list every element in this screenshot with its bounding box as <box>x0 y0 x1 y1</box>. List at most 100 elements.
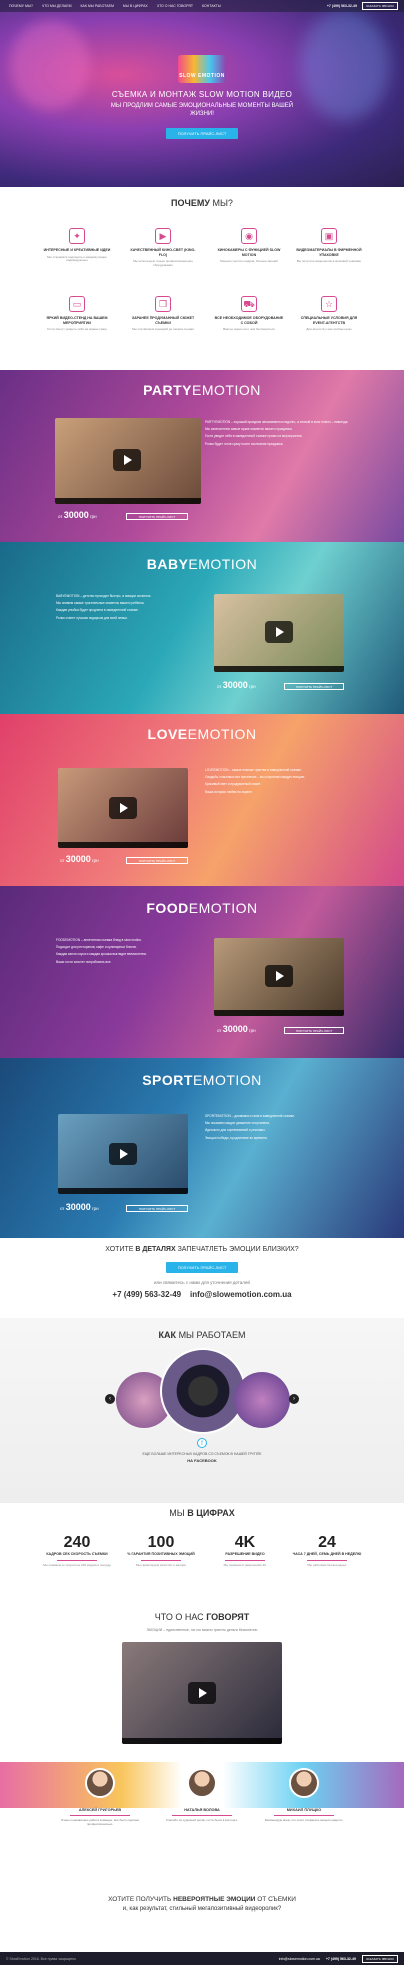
bulb-icon: ✦ <box>69 228 85 244</box>
get-price-button[interactable]: ПОЛУЧИТЬ ПРАЙС-ЛИСТ <box>126 1205 188 1212</box>
copyright: © SlowEmotion 2016. Все права защищены <box>6 1956 76 1961</box>
reviews-title: ЧТО О НАС ГОВОРЯТ <box>0 1612 404 1622</box>
feature-desc: Мы стараемся подходить к каждому видео и… <box>47 254 107 263</box>
feature-item: ▶ КАЧЕСТВЕННЫЙ КИНО-СВЕТ (KINO-FLO) Мы и… <box>128 228 198 268</box>
video-controls[interactable] <box>214 1010 344 1016</box>
reviews-title-b: ГОВОРЯТ <box>206 1612 250 1622</box>
nav-item[interactable]: КОНТАКТЫ <box>202 4 221 8</box>
footer-phone[interactable]: +7 (499) 563-32-49 <box>326 1957 356 1961</box>
why-title: ПОЧЕМУ МЫ? <box>0 198 404 208</box>
play-icon[interactable] <box>113 449 141 471</box>
how-title-a: КАК <box>158 1330 177 1340</box>
final-question: ХОТИТЕ ПОЛУЧИТЬ НЕВЕРОЯТНЫЕ ЭМОЦИИ ОТ СЪ… <box>0 1896 404 1903</box>
nav-phone[interactable]: +7 (499) 563-32-49 <box>327 4 357 8</box>
food-emotion-section: FOODEMOTION FOODEMOTION – аппетитная съе… <box>0 886 404 1058</box>
sport-emotion-section: SPORTEMOTION от 30000 грн ПОЛУЧИТЬ ПРАЙС… <box>0 1058 404 1238</box>
feature-item: ❒ ЗАРАНЕЕ ПРОДУМАННЫЙ СЮЖЕТ СЪЕМКИ Мы со… <box>128 296 198 332</box>
video-controls[interactable] <box>122 1738 282 1744</box>
play-icon[interactable] <box>188 1682 216 1704</box>
get-price-button[interactable]: ПОЛУЧИТЬ ПРАЙС-ЛИСТ <box>126 513 188 520</box>
feature-title: ЯРКИЙ ВИДЕО-СТЕНД НА ВАШЕМ МЕРОПРИЯТИИ <box>46 316 108 325</box>
feature-title: СПЕЦИАЛЬНЫЕ УСЛОВИЯ ДЛЯ EVENT-АГЕНТСТВ <box>300 316 358 325</box>
get-price-button[interactable]: ПОЛУЧИТЬ ПРАЙС-ЛИСТ <box>166 128 238 139</box>
prev-arrow-icon[interactable]: ‹ <box>105 1394 115 1404</box>
stat-label: КАДРОВ СЕК СКОРОСТЬ СЪЕМКИ <box>46 1552 108 1556</box>
stat-item: 240 КАДРОВ СЕК СКОРОСТЬ СЪЕМКИ Мы снимае… <box>42 1534 112 1567</box>
review-text: Рекомендую всем, кто хочет сохранить эмо… <box>264 1818 344 1822</box>
facebook-icon[interactable]: f <box>197 1438 207 1448</box>
paragraph: Ваша история любви на экране. <box>205 789 253 794</box>
numbers-title-b: В ЦИФРАХ <box>187 1508 235 1518</box>
next-arrow-icon[interactable]: › <box>289 1394 299 1404</box>
final-question-sub: и, как результат, стильный мегапозитивны… <box>122 1906 282 1912</box>
hero-subtitle: МЫ ПРОДЛИМ САМЫЕ ЭМОЦИОНАЛЬНЫЕ МОМЕНТЫ В… <box>110 103 294 117</box>
why-title-b: МЫ? <box>212 198 233 208</box>
nav-item[interactable]: ЧТО МЫ ДЕЛАЕМ <box>42 4 72 8</box>
get-price-button[interactable]: ПОЛУЧИТЬ ПРАЙС-ЛИСТ <box>126 857 188 864</box>
video-player[interactable] <box>55 418 201 504</box>
cta-question: ХОТИТЕ В ДЕТАЛЯХ ЗАПЕЧАТЛЕТЬ ЭМОЦИИ БЛИЗ… <box>0 1246 404 1253</box>
paragraph: PARTYEMOTION – хороший праздник запомина… <box>205 420 349 424</box>
how-we-work-section: КАК МЫ РАБОТАЕМ ‹ › f ЕЩЕ БОЛЬШЕ ИНТЕРЕС… <box>0 1318 404 1503</box>
paragraph: Каждая улыбка будет продлена в замедленн… <box>56 608 139 613</box>
video-controls[interactable] <box>55 498 201 504</box>
reviews-video-player[interactable] <box>122 1642 282 1744</box>
reviews-title-a: ЧТО О НАС <box>154 1612 204 1622</box>
price-currency: грн <box>92 858 99 863</box>
feature-item: ☆ СПЕЦИАЛЬНЫЕ УСЛОВИЯ ДЛЯ EVENT-АГЕНТСТВ… <box>294 296 364 332</box>
title-b: EMOTION <box>192 1072 262 1088</box>
feature-desc: Вы получите видеоролик в красивой упаков… <box>296 259 362 263</box>
paragraph: Подходит для ресторанов, кафе и кулинарн… <box>56 945 137 950</box>
video-player[interactable] <box>58 1114 188 1194</box>
play-icon[interactable] <box>109 1143 137 1165</box>
video-player[interactable] <box>214 938 344 1016</box>
stat-label: % ГАРАНТИЯ ПОЗИТИВНЫХ ЭМОЦИЙ <box>127 1552 195 1556</box>
title-a: SPORT <box>142 1072 193 1088</box>
video-controls[interactable] <box>58 1188 188 1194</box>
title-a: BABY <box>146 556 189 572</box>
video-controls[interactable] <box>214 666 344 672</box>
reviewer-name: МИХАИЛ ПЛУЩКО <box>286 1808 322 1812</box>
hero-title: СЪЕМКА И МОНТАЖ SLOW MOTION ВИДЕО <box>111 90 293 99</box>
star-icon: ☆ <box>321 296 337 312</box>
call-button[interactable]: ЗАКАЗАТЬ ЗВОНОК <box>361 2 398 10</box>
paragraph: Каждая капля соуса и каждая крошка выгля… <box>56 952 147 957</box>
play-icon[interactable] <box>265 965 293 987</box>
paragraph: Мы покажем каждое движение спортсмена. <box>205 1121 270 1126</box>
price: от 30000 грн <box>60 1202 99 1212</box>
contact-phone[interactable]: +7 (499) 563-32-49 <box>112 1290 181 1299</box>
numbers-title: МЫ В ЦИФРАХ <box>0 1508 404 1518</box>
footer-call-button[interactable]: ЗАКАЗАТЬ ЗВОНОК <box>361 1954 398 1963</box>
reviews-intro: ЭМОЦИИ – единственное, на что можно трат… <box>146 1628 258 1632</box>
contact-email[interactable]: info@slowemotion.com.ua <box>190 1290 292 1299</box>
stat-label: РАЗРЕШЕНИЕ ВИДЕО <box>225 1552 265 1556</box>
paragraph: SPORTEMOTION – динамика и сила в замедле… <box>205 1114 295 1118</box>
nav-item[interactable]: ПОЧЕМУ МЫ? <box>9 4 33 8</box>
cta-question-a: ХОТИТЕ <box>105 1246 134 1253</box>
footer-email[interactable]: info@slowemotion.com.ua <box>279 1957 320 1961</box>
stat-item: 100 % ГАРАНТИЯ ПОЗИТИВНЫХ ЭМОЦИЙ Мы гара… <box>126 1534 196 1567</box>
nav-item[interactable]: КАК МЫ РАБОТАЕМ <box>81 4 114 8</box>
get-price-button[interactable]: ПОЛУЧИТЬ ПРАЙС-ЛИСТ <box>284 683 344 690</box>
stat-item: 24 ЧАСА 7 ДНЕЙ, СЕМЬ ДНЕЙ В НЕДЕЛЮ Мы ра… <box>292 1534 362 1567</box>
video-controls[interactable] <box>58 842 188 848</box>
avatar <box>85 1768 115 1798</box>
title-b: EMOTION <box>187 726 257 742</box>
price-value: 30000 <box>65 1202 91 1212</box>
play-icon[interactable] <box>109 797 137 819</box>
review-card: АЛЕКСЕЙ ГРИГОРЬЕВ Очень понравилась рабо… <box>55 1768 145 1827</box>
facebook-link[interactable]: НА FACEBOOK <box>0 1458 404 1463</box>
stat-desc: Мы снимаем со скоростью 240 кадров в сек… <box>43 1562 111 1567</box>
video-player[interactable] <box>58 768 188 848</box>
get-price-button[interactable]: ПОЛУЧИТЬ ПРАЙС-ЛИСТ <box>284 1027 344 1034</box>
title-a: PARTY <box>143 382 193 398</box>
play-icon[interactable] <box>265 621 293 643</box>
video-player[interactable] <box>214 594 344 672</box>
price-prefix: от <box>217 684 222 689</box>
nav-item[interactable]: МЫ В ЦИФРАХ <box>123 4 148 8</box>
stat-label: ЧАСА 7 ДНЕЙ, СЕМЬ ДНЕЙ В НЕДЕЛЮ <box>292 1552 362 1556</box>
price-value: 30000 <box>222 680 248 690</box>
get-price-button[interactable]: ПОЛУЧИТЬ ПРАЙС-ЛИСТ <box>166 1262 238 1273</box>
nav-item[interactable]: ЧТО О НАС ГОВОРЯТ <box>157 4 193 8</box>
divider <box>274 1815 334 1816</box>
